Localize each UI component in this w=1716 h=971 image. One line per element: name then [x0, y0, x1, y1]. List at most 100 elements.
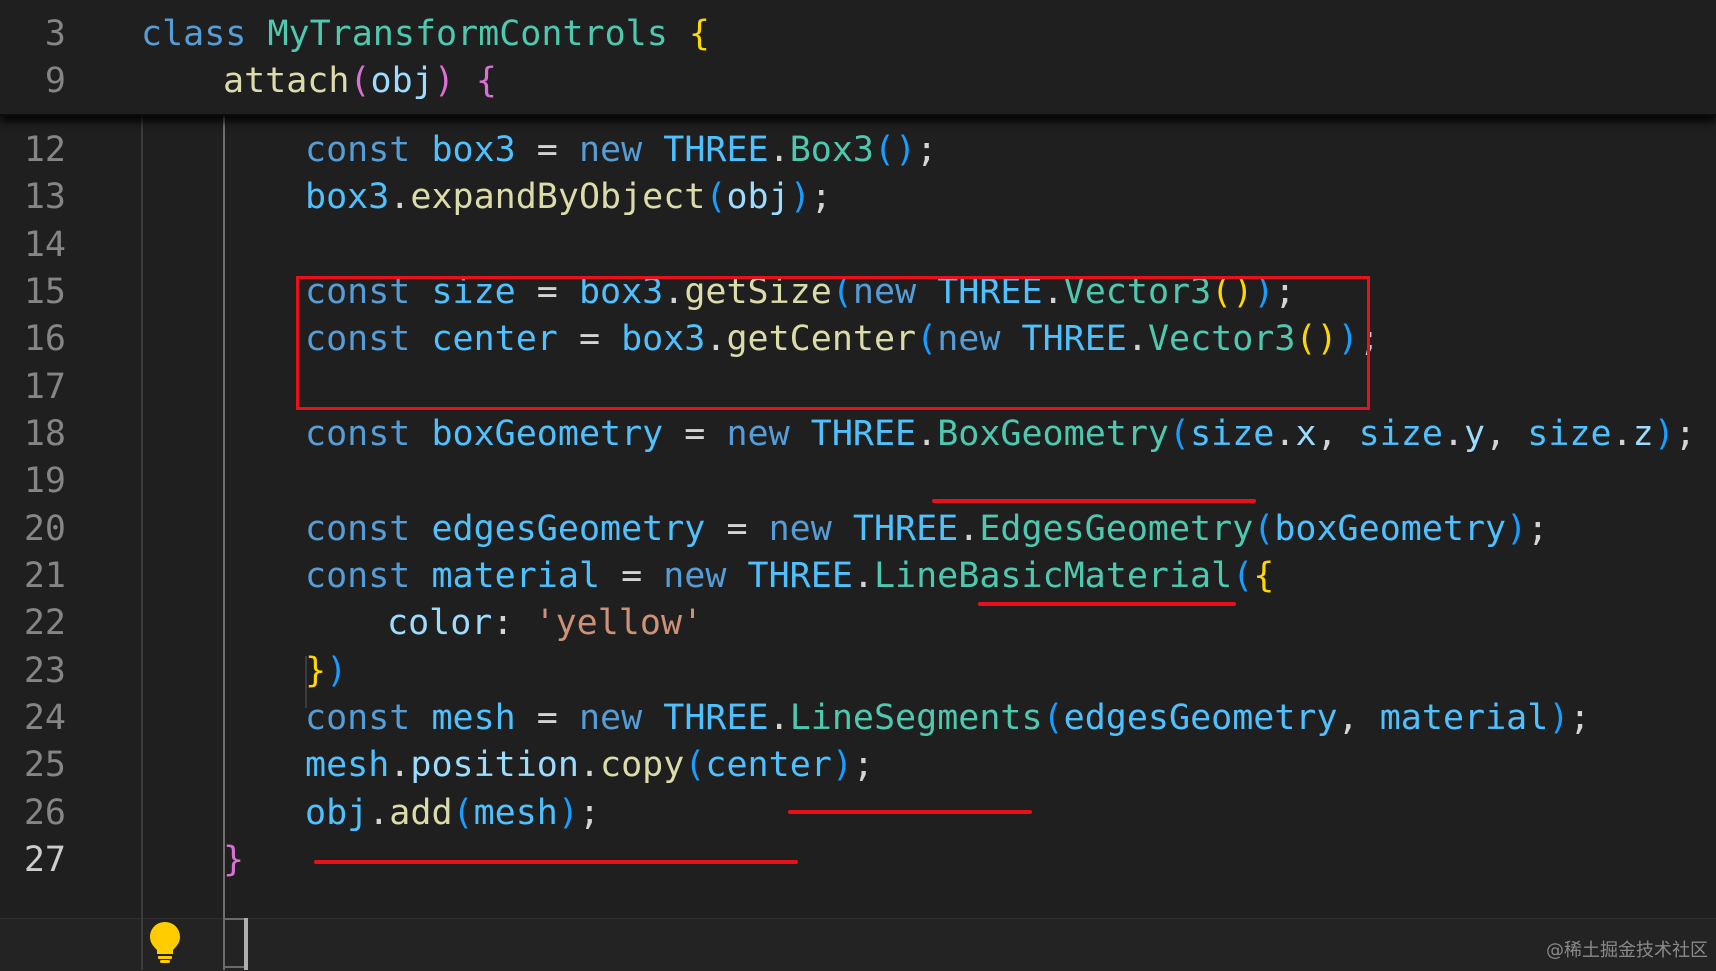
code-line[interactable]: 20 const edgesGeometry = new THREE.EdgesG…	[0, 503, 1716, 555]
code-token: THREE	[663, 130, 769, 170]
code-text[interactable]: attach(obj) {	[223, 55, 497, 107]
code-line[interactable]: 19	[0, 455, 1716, 507]
code-line[interactable]: 21 const material = new THREE.LineBasicMa…	[0, 550, 1716, 602]
code-token: 'yellow'	[534, 603, 704, 644]
code-token: (	[349, 61, 371, 101]
code-line[interactable]: 27}	[0, 834, 1716, 886]
code-token: .	[578, 745, 601, 786]
code-line[interactable]: 25 mesh.position.copy(center);	[0, 739, 1716, 791]
line-number[interactable]: 24	[0, 692, 66, 744]
sticky-scroll-header[interactable]: 3 class MyTransformControls { 9 attach(obj)…	[0, 0, 1716, 116]
line-number[interactable]: 19	[0, 455, 66, 507]
code-token: THREE	[852, 508, 959, 549]
indent-guide-2	[223, 104, 225, 970]
code-text[interactable]: box3.expandByObject(obj);	[305, 171, 832, 223]
code-token: )	[1653, 413, 1675, 454]
code-token: )	[1506, 508, 1528, 549]
line-number[interactable]: 26	[0, 787, 66, 839]
code-token: size	[1190, 413, 1275, 454]
code-token: obj	[726, 177, 790, 218]
line-number[interactable]: 17	[0, 361, 66, 413]
annotation-box	[296, 276, 1370, 410]
code-token: expandByObject	[410, 177, 706, 218]
line-number[interactable]: 13	[0, 171, 66, 223]
code-token: const	[305, 555, 411, 596]
line-number[interactable]: 3	[0, 8, 66, 60]
code-line[interactable]: 12 const box3 = new THREE.Box3();	[0, 124, 1716, 176]
code-text[interactable]: mesh.position.copy(center);	[305, 739, 874, 791]
line-number[interactable]: 21	[0, 550, 66, 602]
line-number[interactable]: 14	[0, 219, 66, 271]
code-text[interactable]: class MyTransformControls {	[141, 8, 710, 60]
code-line[interactable]: 22 color: 'yellow'	[0, 597, 1716, 649]
line-number[interactable]: 27	[0, 834, 66, 886]
code-token: const	[305, 508, 411, 549]
code-token: boxGeometry	[431, 413, 664, 454]
code-editor[interactable]: 12 const box3 = new THREE.Box3(); 13 box3.e…	[0, 0, 1716, 971]
code-line[interactable]: 24 const mesh = new THREE.LineSegments(ed…	[0, 692, 1716, 744]
line-number[interactable]: 20	[0, 503, 66, 555]
code-text[interactable]: }	[223, 834, 244, 886]
code-token: .	[958, 508, 980, 549]
code-token: .	[852, 555, 874, 596]
code-token: z	[1632, 413, 1654, 454]
annotation-underline-linesegments	[788, 810, 1032, 814]
text-cursor	[244, 918, 248, 970]
indent-guide-1	[141, 104, 143, 970]
code-text[interactable]: const edgesGeometry = new THREE.EdgesGeo…	[305, 503, 1548, 555]
code-token: =	[515, 130, 579, 170]
code-token: new	[578, 130, 643, 170]
code-token: ,	[1337, 697, 1380, 738]
code-token: (	[452, 792, 474, 833]
code-token: position	[410, 745, 579, 786]
code-token: ,	[1316, 413, 1359, 454]
code-text[interactable]: const material = new THREE.LineBasicMate…	[305, 550, 1274, 602]
code-token: ;	[852, 745, 874, 786]
code-token: const	[305, 413, 411, 454]
code-text[interactable]: })	[305, 645, 347, 697]
code-line[interactable]: 18 const boxGeometry = new THREE.BoxGeome…	[0, 408, 1716, 460]
code-token: .	[916, 413, 938, 454]
code-line[interactable]: 9 attach(obj) {	[0, 55, 1716, 107]
code-token: ()	[873, 130, 917, 170]
code-line[interactable]: 3 class MyTransformControls {	[0, 8, 1716, 60]
line-number[interactable]: 12	[0, 124, 66, 176]
code-token: }	[223, 839, 245, 880]
code-token: =	[705, 508, 769, 549]
code-token: obj	[370, 61, 434, 101]
code-line[interactable]: 14	[0, 219, 1716, 271]
code-line[interactable]: 13 box3.expandByObject(obj);	[0, 171, 1716, 223]
current-line-highlight	[0, 918, 1716, 971]
line-number[interactable]: 16	[0, 313, 66, 365]
code-token: ;	[1527, 508, 1549, 549]
code-token: =	[663, 413, 727, 454]
indent-guide-3	[305, 656, 307, 708]
line-number[interactable]: 9	[0, 55, 66, 107]
code-token: new	[768, 508, 832, 549]
line-number[interactable]: 25	[0, 739, 66, 791]
line-number[interactable]: 23	[0, 645, 66, 697]
line-number[interactable]: 18	[0, 408, 66, 460]
code-token: ;	[1569, 697, 1591, 738]
annotation-underline-boxgeometry	[932, 499, 1256, 503]
code-token: y	[1464, 413, 1486, 454]
code-token: MyTransformControls	[267, 14, 668, 54]
code-token: size	[1527, 413, 1612, 454]
code-line[interactable]: 23})	[0, 645, 1716, 697]
line-number[interactable]: 15	[0, 266, 66, 318]
lightbulb-icon[interactable]	[148, 920, 182, 964]
code-text[interactable]: const mesh = new THREE.LineSegments(edge…	[305, 692, 1590, 744]
code-token: ;	[916, 130, 938, 170]
code-text[interactable]: const boxGeometry = new THREE.BoxGeometr…	[305, 408, 1696, 460]
code-text[interactable]: obj.add(mesh);	[305, 787, 600, 839]
watermark: @稀土掘金技术社区	[1546, 940, 1708, 961]
code-text[interactable]: const box3 = new THREE.Box3();	[305, 124, 937, 176]
line-number[interactable]: 22	[0, 597, 66, 649]
code-token: }	[305, 650, 327, 691]
code-text[interactable]: color: 'yellow'	[387, 597, 703, 649]
